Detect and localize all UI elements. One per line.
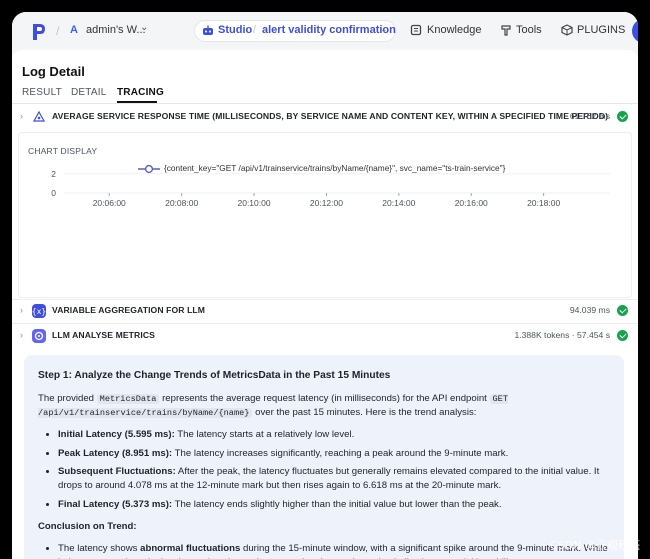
bullet-label: Subsequent Fluctuations: [58, 466, 176, 478]
app-logo-icon[interactable] [32, 23, 46, 41]
trace-duration: 61.762 ms [569, 111, 610, 121]
x-tick-label: 20:16:00 [455, 198, 488, 208]
nav-knowledge[interactable]: Knowledge [427, 24, 481, 36]
analysis-heading: Step 1: Analyze the Change Trends of Met… [38, 370, 391, 381]
svg-text:{x}: {x} [32, 307, 46, 316]
conclusion-heading: Conclusion on Trend: [38, 521, 137, 533]
success-check-icon [617, 111, 628, 122]
watermark: CSDN @云观秋毫 [550, 539, 640, 552]
nav-tools[interactable]: Tools [516, 24, 542, 36]
x-tick-label: 20:08:00 [165, 198, 198, 208]
knowledge-icon [410, 24, 422, 36]
app-window: / A admin's W... ⌄ Studio / alert validi… [12, 12, 638, 559]
latency-line-chart: 024681020:06:0020:08:0020:10:0020:12:002… [51, 170, 610, 208]
chevron-right-icon[interactable]: › [20, 305, 23, 315]
trace-title: AVERAGE SERVICE RESPONSE TIME (MILLISECO… [52, 111, 609, 121]
breadcrumb-separator: / [253, 24, 257, 36]
tab-result[interactable]: RESULT [22, 87, 62, 98]
conclusion-list: The latency shows abnormal fluctuations … [38, 542, 610, 559]
bullet-label: Final Latency (5.373 ms): [58, 499, 173, 511]
bullet-text: The latency increases significantly, rea… [172, 447, 509, 459]
x-tick-label: 20:18:00 [527, 198, 560, 208]
tabs-divider [12, 103, 638, 104]
bullet-label: Peak Latency (8.951 ms): [58, 447, 173, 459]
x-tick-label: 20:06:00 [93, 198, 126, 208]
llm-analysis-output: Step 1: Analyze the Change Trends of Met… [24, 355, 624, 559]
trace-title: VARIABLE AGGREGATION FOR LLM [52, 305, 206, 315]
avatar[interactable] [632, 19, 638, 43]
list-item: Subsequent Fluctuations: After the peak,… [58, 465, 610, 493]
list-item: The latency shows abnormal fluctuations … [58, 542, 610, 559]
list-item: Final Latency (5.373 ms): The latency en… [58, 498, 610, 512]
trend-list: Initial Latency (5.595 ms): The latency … [38, 428, 610, 513]
x-tick-label: 20:12:00 [310, 198, 343, 208]
tab-tracing[interactable]: TRACING [117, 87, 164, 98]
bullet-text: The latency starts at a relatively low l… [174, 428, 355, 440]
intro-text: represents the average request latency (… [159, 392, 490, 404]
plugins-icon [561, 24, 573, 36]
app-name-selector[interactable]: alert validity confirmation [262, 24, 396, 36]
trace-row-llm-analyse[interactable]: › LLM ANALYSE METRICS 1.388K tokens · 57… [18, 325, 632, 347]
studio-robot-icon [203, 25, 213, 35]
chevron-down-icon[interactable]: ⌄ [380, 24, 388, 35]
trace-row-variable-aggregation[interactable]: › {x} VARIABLE AGGREGATION FOR LLM 94.03… [18, 300, 632, 322]
top-bar: / A admin's W... ⌄ Studio / alert validi… [12, 12, 638, 50]
success-check-icon [617, 330, 628, 341]
chevron-down-icon[interactable]: ⌄ [140, 22, 148, 33]
variable-icon: {x} [32, 304, 46, 318]
workspace-icon: A [70, 24, 78, 36]
chart-tool-icon [32, 110, 46, 122]
bullet-text: The latency ends slightly higher than th… [172, 499, 502, 511]
divider [12, 323, 638, 324]
intro-text: The provided [38, 392, 97, 404]
trace-duration: 94.039 ms [569, 305, 610, 315]
tab-detail[interactable]: DETAIL [71, 87, 106, 98]
y-tick-label: 2 [51, 170, 56, 179]
conclusion-emphasis: abnormal fluctuations [140, 543, 241, 555]
inline-code: MetricsData [96, 393, 160, 404]
trace-row-response-time[interactable]: › AVERAGE SERVICE RESPONSE TIME (MILLISE… [18, 106, 632, 128]
bullet-label: Initial Latency (5.595 ms): [58, 428, 175, 440]
x-tick-label: 20:10:00 [237, 198, 270, 208]
chevron-right-icon[interactable]: › [20, 330, 23, 340]
log-detail-panel: Log Detail RESULT DETAIL TRACING › AVERA… [12, 50, 638, 559]
chart-display-label: CHART DISPLAY [28, 146, 98, 156]
list-item: Peak Latency (8.951 ms): The latency inc… [58, 447, 610, 461]
page-title: Log Detail [22, 64, 85, 79]
chevron-right-icon[interactable]: › [20, 111, 23, 121]
workspace-selector[interactable]: admin's W... [86, 24, 146, 36]
breadcrumb-separator: / [56, 24, 60, 38]
trace-tokens-duration: 1.388K tokens · 57.454 s [514, 330, 610, 340]
studio-link[interactable]: Studio [218, 24, 252, 36]
trace-title: LLM ANALYSE METRICS [52, 330, 155, 340]
llm-icon [32, 329, 46, 343]
x-tick-label: 20:14:00 [382, 198, 415, 208]
intro-text: over the past 15 minutes. Here is the tr… [252, 406, 477, 418]
tools-icon [501, 25, 511, 36]
analysis-intro: The provided MetricsData represents the … [38, 392, 610, 420]
y-tick-label: 0 [51, 188, 56, 198]
nav-plugins[interactable]: PLUGINS [577, 24, 625, 36]
success-check-icon [617, 305, 628, 316]
list-item: Initial Latency (5.595 ms): The latency … [58, 428, 610, 442]
conclusion-text: The latency shows [58, 543, 141, 555]
